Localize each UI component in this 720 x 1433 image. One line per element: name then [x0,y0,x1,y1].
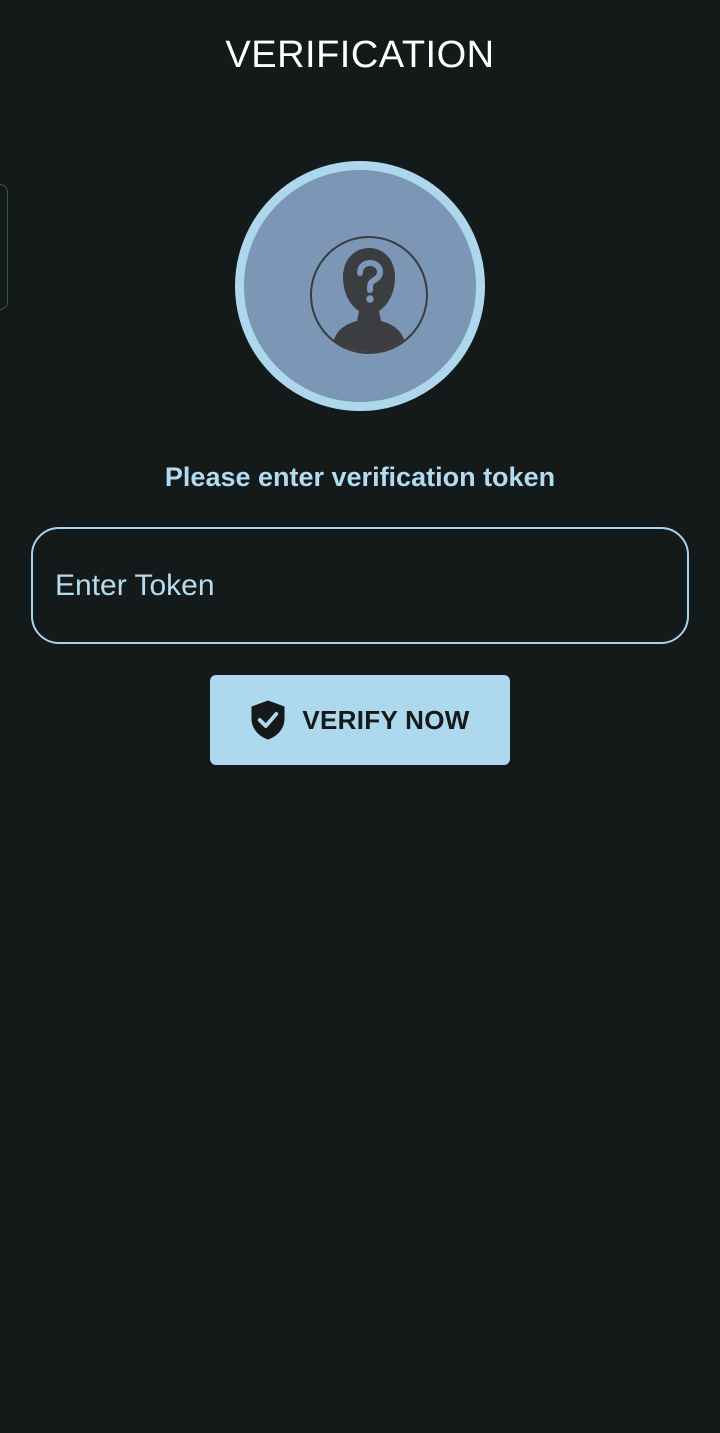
page-title: VERIFICATION [225,34,495,76]
verify-now-button[interactable]: VERIFY NOW [210,675,510,765]
verify-button-label: VERIFY NOW [302,704,470,735]
avatar [235,161,485,411]
instruction-text: Please enter verification token [164,462,556,492]
unknown-user-icon [310,236,428,354]
side-drawer-handle[interactable] [0,184,8,310]
shield-check-icon [251,700,285,740]
token-input[interactable] [31,527,689,644]
